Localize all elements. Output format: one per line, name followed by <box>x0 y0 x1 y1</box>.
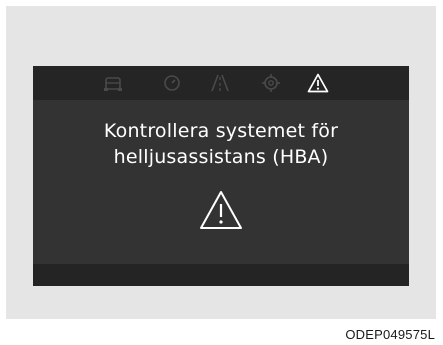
warning-message-line-1: Kontrollera systemet för <box>103 120 339 142</box>
warning-message: Kontrollera systemet för helljusassistan… <box>33 118 409 170</box>
bottom-bar <box>33 264 409 286</box>
lane-icon <box>209 72 231 94</box>
message-area: Kontrollera systemet för helljusassistan… <box>33 100 409 264</box>
figure-code: ODEP049575L <box>345 327 435 342</box>
gauge-icon <box>161 72 183 94</box>
vehicle-icon <box>102 72 124 94</box>
gear-icon <box>260 72 282 94</box>
warning-message-line-2: helljusassistans (HBA) <box>113 146 329 168</box>
warning-triangle-icon <box>199 190 243 230</box>
warning-triangle-icon <box>307 72 329 94</box>
cluster-display: Kontrollera systemet för helljusassistan… <box>33 66 409 286</box>
status-icon-bar <box>33 66 409 100</box>
